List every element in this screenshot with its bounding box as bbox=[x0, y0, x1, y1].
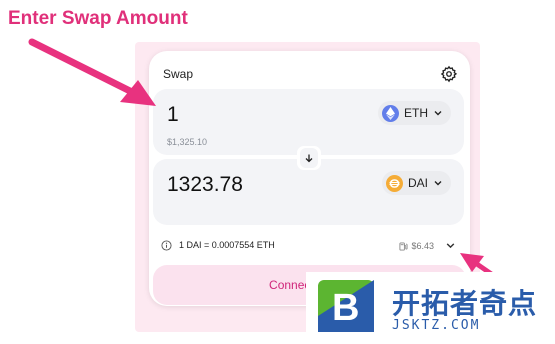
rate-row: 1 DAI = 0.0007554 ETH $6.43 bbox=[161, 237, 456, 255]
swap-title: Swap bbox=[163, 67, 194, 81]
watermark: B 开拓者奇点 JSKTZ.COM bbox=[306, 272, 555, 344]
watermark-chinese-text: 开拓者奇点 bbox=[392, 287, 538, 320]
info-icon bbox=[161, 240, 172, 251]
annotation-title: Enter Swap Amount bbox=[8, 8, 188, 29]
card-header: Swap bbox=[163, 65, 458, 87]
watermark-logo-letter: B bbox=[332, 287, 359, 329]
watermark-logo: B bbox=[318, 280, 374, 332]
gear-icon[interactable] bbox=[440, 65, 458, 83]
dai-token-icon bbox=[385, 174, 403, 192]
gas-pump-icon bbox=[399, 241, 408, 251]
to-amount-input[interactable]: 1323.78 bbox=[167, 173, 243, 197]
swap-card: Swap 1 $1,325.10 ETH 1323.78 DAI 1 DAI =… bbox=[149, 51, 470, 306]
watermark-domain: JSKTZ.COM bbox=[392, 318, 481, 333]
gas-fee-value: $6.43 bbox=[411, 241, 434, 251]
from-token-label: ETH bbox=[404, 106, 428, 120]
gas-fee: $6.43 bbox=[399, 239, 434, 253]
chevron-down-icon[interactable] bbox=[445, 240, 456, 251]
arrow-down-icon bbox=[300, 148, 318, 168]
eth-token-icon bbox=[382, 104, 399, 122]
to-token-selector[interactable]: DAI bbox=[381, 171, 451, 195]
swap-direction-button[interactable] bbox=[297, 146, 321, 170]
exchange-rate: 1 DAI = 0.0007554 ETH bbox=[179, 240, 275, 250]
chevron-down-icon bbox=[434, 181, 442, 186]
to-token-label: DAI bbox=[407, 176, 428, 190]
from-token-selector[interactable]: ETH bbox=[378, 101, 451, 125]
chevron-down-icon bbox=[434, 111, 442, 116]
from-amount-input[interactable]: 1 bbox=[167, 103, 179, 127]
from-usd-value: $1,325.10 bbox=[167, 137, 208, 147]
